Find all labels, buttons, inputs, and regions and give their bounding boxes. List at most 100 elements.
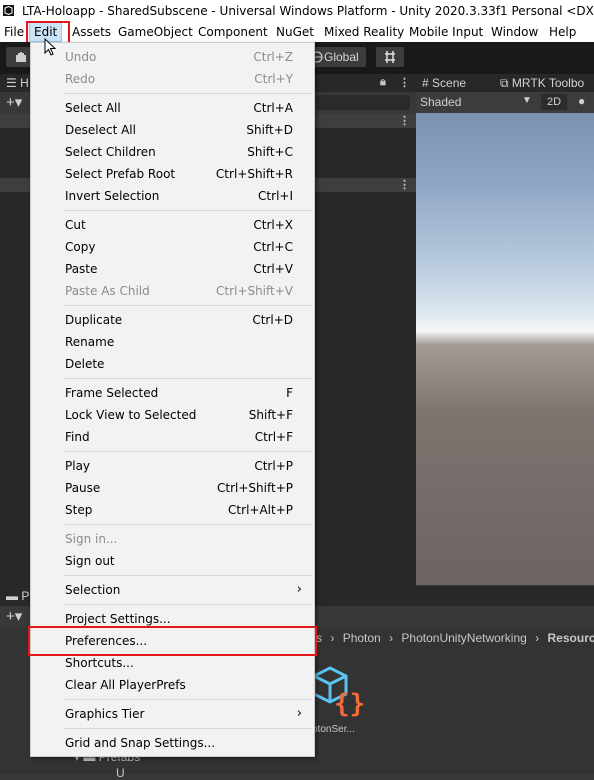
- menu-item-frame-selected[interactable]: Frame Selected F: [31, 382, 314, 404]
- menu-item-grid-and-snap-settings[interactable]: Grid and Snap Settings...: [31, 732, 314, 754]
- breadcrumb-item[interactable]: Resourc: [548, 631, 594, 645]
- tab-mrtk-toolbox[interactable]: ⧉ MRTK Toolbo: [500, 76, 584, 91]
- breadcrumb-separator-icon: ›: [535, 631, 540, 645]
- menu-item-step[interactable]: Step Ctrl+Alt+P: [31, 499, 314, 521]
- mode-2d-button[interactable]: 2D: [541, 94, 567, 110]
- hierarchy-search-input[interactable]: [316, 95, 410, 110]
- preferences-highlight-box: [28, 626, 317, 656]
- menu-item-clear-all-playerprefs[interactable]: Clear All PlayerPrefs: [31, 674, 314, 696]
- lock-icon[interactable]: 🔒︎: [380, 76, 386, 89]
- menu-item-label: Graphics Tier: [65, 707, 145, 721]
- menu-item-label: Find: [65, 430, 90, 444]
- menu-item-sign-out[interactable]: Sign out: [31, 550, 314, 572]
- menu-item-cut[interactable]: Cut Ctrl+X: [31, 214, 314, 236]
- menu-item-label: Sign out: [65, 554, 115, 568]
- menu-gameobject[interactable]: GameObject: [118, 22, 193, 42]
- scene-options-icon[interactable]: ⋮: [399, 114, 410, 127]
- menu-item-find[interactable]: Find Ctrl+F: [31, 426, 314, 448]
- scene-tab-strip: # Scene ⧉ MRTK Toolbo: [416, 74, 594, 92]
- chevron-right-icon: ›: [296, 706, 302, 721]
- menu-item-graphics-tier[interactable]: Graphics Tier ›: [31, 703, 314, 725]
- menu-item-label: Cut: [65, 218, 86, 232]
- menu-item-shortcut: Ctrl+D: [252, 313, 293, 327]
- menu-item-paste-as-child[interactable]: Paste As Child Ctrl+Shift+V: [31, 280, 314, 302]
- window-title: LTA-Holoapp - SharedSubscene - Universal…: [22, 4, 594, 18]
- breadcrumb-separator-icon: ›: [330, 631, 335, 645]
- menu-item-shortcut: Ctrl+C: [253, 240, 293, 254]
- menu-file[interactable]: File: [4, 22, 24, 42]
- menu-item-label: Step: [65, 503, 93, 517]
- menu-item-select-all[interactable]: Select All Ctrl+A: [31, 97, 314, 119]
- menu-item-pause[interactable]: Pause Ctrl+Shift+P: [31, 477, 314, 499]
- tab-hierarchy-label: H: [20, 76, 29, 90]
- menu-separator: [64, 524, 312, 525]
- asset-label: otonSer...: [312, 724, 355, 735]
- menu-item-shortcut: Ctrl+Shift+R: [215, 167, 293, 181]
- menu-item-label: Undo: [65, 50, 97, 64]
- svg-text:{}: {}: [334, 689, 365, 719]
- menu-mobile-input[interactable]: Mobile Input: [409, 22, 483, 42]
- menu-item-label: Delete: [65, 357, 105, 371]
- chevron-right-icon: ›: [296, 582, 302, 597]
- menu-item-select-prefab-root[interactable]: Select Prefab Root Ctrl+Shift+R: [31, 163, 314, 185]
- tab-project[interactable]: ▬ P: [6, 589, 29, 603]
- menu-item-copy[interactable]: Copy Ctrl+C: [31, 236, 314, 258]
- mouse-cursor-icon: [44, 38, 57, 56]
- menu-item-label: Select All: [65, 101, 121, 115]
- menu-item-deselect-all[interactable]: Deselect All Shift+D: [31, 119, 314, 141]
- menu-separator: [64, 728, 312, 729]
- menu-nuget[interactable]: NuGet: [276, 22, 314, 42]
- chevron-down-icon: ▼: [522, 95, 532, 106]
- menu-item-undo[interactable]: Undo Ctrl+Z: [31, 46, 314, 68]
- tab-hierarchy[interactable]: ☰ H: [6, 76, 29, 90]
- list-icon: ☰: [6, 76, 17, 90]
- menu-item-shortcut: Shift+D: [246, 123, 293, 137]
- menu-component[interactable]: Component: [198, 22, 268, 42]
- menu-item-play[interactable]: Play Ctrl+P: [31, 455, 314, 477]
- menu-item-invert-selection[interactable]: Invert Selection Ctrl+I: [31, 185, 314, 207]
- menu-help[interactable]: Help: [549, 22, 576, 42]
- shading-mode-dropdown[interactable]: Shaded: [420, 95, 461, 109]
- menu-item-label: Select Prefab Root: [65, 167, 176, 181]
- menu-item-shortcut: Ctrl+Shift+P: [217, 481, 293, 495]
- menu-item-shortcut: Shift+C: [247, 145, 293, 159]
- breadcrumb-item[interactable]: Photon: [343, 631, 381, 645]
- add-icon[interactable]: +▾: [6, 93, 22, 111]
- menu-item-label: Paste: [65, 262, 98, 276]
- photon-server-settings-asset[interactable]: {} otonSer...: [308, 664, 368, 735]
- menu-separator: [64, 575, 312, 576]
- menu-window[interactable]: Window: [491, 22, 538, 42]
- menu-item-duplicate[interactable]: Duplicate Ctrl+D: [31, 309, 314, 331]
- folder-u[interactable]: U: [116, 766, 125, 780]
- lighting-icon[interactable]: ●: [578, 94, 585, 108]
- tab-scene[interactable]: # Scene: [422, 76, 466, 90]
- menu-item-delete[interactable]: Delete: [31, 353, 314, 375]
- subscene-options-icon[interactable]: ⋮: [399, 178, 410, 191]
- menu-item-sign-in[interactable]: Sign in...: [31, 528, 314, 550]
- breadcrumb-item[interactable]: PhotonUnityNetworking: [401, 631, 526, 645]
- tab-scene-label: Scene: [432, 76, 467, 90]
- menu-item-shortcut: Ctrl+Shift+V: [216, 284, 293, 298]
- menu-item-label: Invert Selection: [65, 189, 160, 203]
- menu-item-paste[interactable]: Paste Ctrl+V: [31, 258, 314, 280]
- menu-item-label: Lock View to Selected: [65, 408, 197, 422]
- menu-item-rename[interactable]: Rename: [31, 331, 314, 353]
- menu-item-lock-view-to-selected[interactable]: Lock View to Selected Shift+F: [31, 404, 314, 426]
- menu-item-shortcut: Ctrl+Alt+P: [228, 503, 293, 517]
- menu-item-select-children[interactable]: Select Children Shift+C: [31, 141, 314, 163]
- more-options-icon[interactable]: ⋮: [399, 76, 410, 89]
- project-add-icon[interactable]: +▾: [6, 607, 22, 625]
- menu-separator: [64, 93, 312, 94]
- breadcrumb-separator-icon: ›: [389, 631, 394, 645]
- menu-assets[interactable]: Assets: [72, 22, 111, 42]
- menu-separator: [64, 305, 312, 306]
- menu-item-label: Copy: [65, 240, 96, 254]
- global-pivot-button[interactable]: Global: [308, 47, 366, 67]
- grid-snap-button[interactable]: [376, 47, 404, 67]
- menu-item-selection[interactable]: Selection ›: [31, 579, 314, 601]
- menu-mixed-reality[interactable]: Mixed Reality: [324, 22, 404, 42]
- scene-viewport[interactable]: [416, 113, 594, 585]
- menu-item-redo[interactable]: Redo Ctrl+Y: [31, 68, 314, 90]
- menu-separator: [64, 699, 312, 700]
- scene-toolbar: Shaded ▼ 2D ●: [416, 92, 594, 113]
